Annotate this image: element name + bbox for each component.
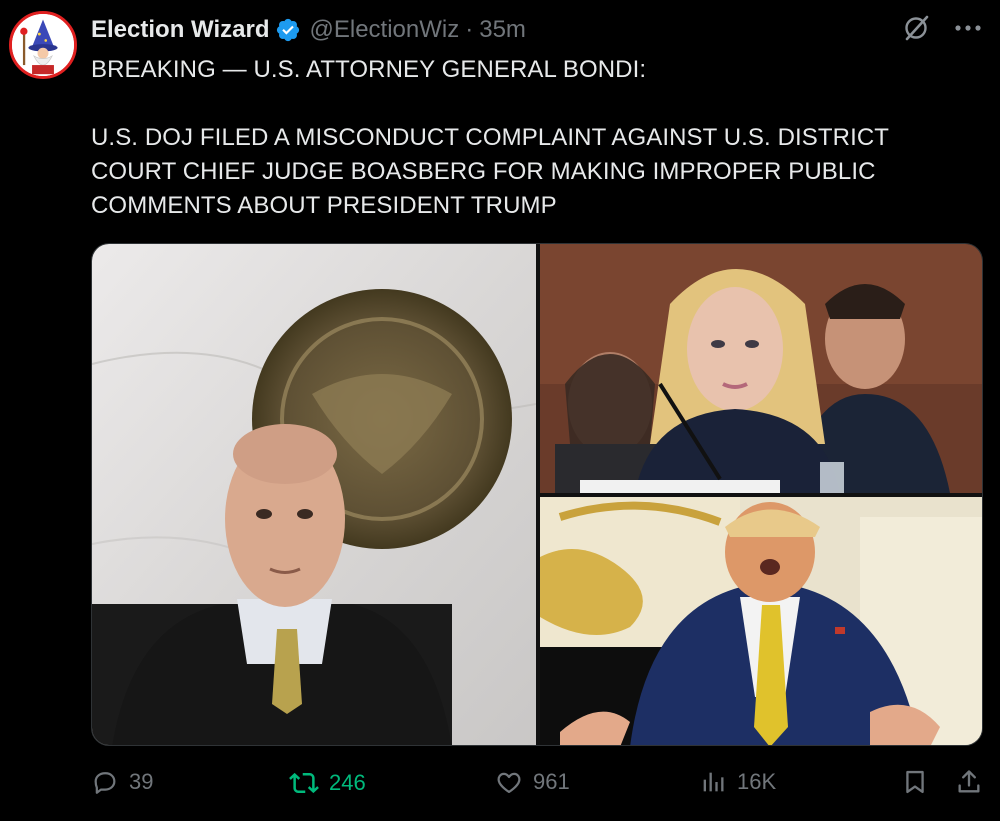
tweet-text-line: BREAKING — U.S. ATTORNEY GENERAL BONDI: — [91, 56, 647, 83]
reply-button[interactable]: 39 — [91, 768, 153, 796]
tweet-text: BREAKING — U.S. ATTORNEY GENERAL BONDI: … — [91, 53, 971, 223]
views-icon — [703, 772, 724, 792]
bookmark-icon — [906, 770, 924, 794]
grok-icon[interactable] — [902, 14, 930, 42]
like-count: 961 — [533, 769, 570, 794]
media-grid — [91, 243, 983, 746]
separator-dot: · — [465, 16, 474, 43]
views-button[interactable]: 16K — [699, 768, 776, 796]
author-avatar[interactable] — [9, 11, 77, 79]
photo-woman-at-hearing — [540, 244, 982, 493]
tweet-header: Election Wizard @ElectionWiz · 35m — [91, 14, 526, 46]
wizard-icon — [12, 14, 74, 76]
display-name[interactable]: Election Wizard — [91, 16, 269, 44]
tweet-top-actions — [902, 14, 982, 42]
photo-man-in-suit-gesturing — [540, 497, 982, 745]
bookmark-button[interactable] — [901, 768, 929, 796]
media-image[interactable] — [540, 244, 982, 493]
post-time[interactable]: 35m — [479, 16, 526, 44]
more-options-icon[interactable] — [954, 24, 982, 32]
reply-count: 39 — [129, 769, 154, 794]
tweet-text-paragraph: U.S. DOJ FILED A MISCONDUCT COMPLAINT AG… — [91, 124, 889, 219]
share-button[interactable] — [955, 768, 983, 796]
photo-judge-with-seal — [92, 244, 536, 745]
heart-icon — [497, 772, 521, 794]
retweet-button[interactable]: 246 — [289, 768, 366, 798]
view-count: 16K — [737, 769, 777, 794]
tweet-action-bar: 39 246 961 16K — [91, 768, 991, 804]
retweet-icon — [289, 772, 319, 794]
author-handle[interactable]: @ElectionWiz — [309, 16, 459, 44]
share-icon — [958, 770, 980, 793]
reply-icon — [94, 772, 116, 794]
media-image[interactable] — [92, 244, 536, 745]
media-image[interactable] — [540, 497, 982, 745]
retweet-count: 246 — [329, 770, 366, 795]
like-button[interactable]: 961 — [495, 768, 570, 796]
verified-badge-icon — [275, 17, 301, 43]
